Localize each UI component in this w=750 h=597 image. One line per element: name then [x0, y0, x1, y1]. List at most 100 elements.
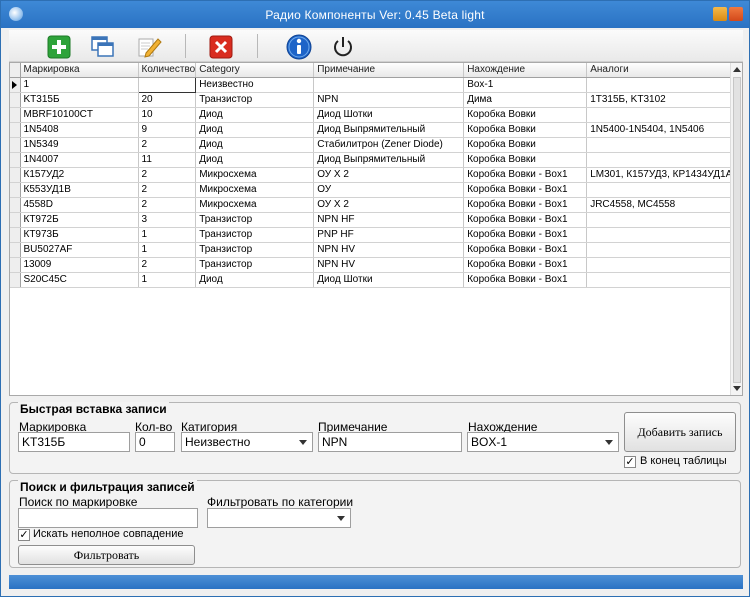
table-row[interactable]: 1N5408 9 Диод Диод Выпрямительный Коробка Во… — [10, 122, 736, 138]
table-cell[interactable]: Коробка Вовки - Box1 — [463, 272, 588, 288]
row-indicator[interactable] — [10, 152, 21, 168]
table-cell[interactable] — [137, 77, 197, 93]
row-indicator[interactable] — [10, 182, 21, 198]
table-cell[interactable]: 2 — [138, 167, 197, 183]
note-input[interactable]: NPN — [318, 432, 462, 452]
table-cell[interactable]: NPN HV — [313, 257, 465, 273]
table-row[interactable]: S20C45C 1 Диод Диод Шотки Коробка Вовки - Bo… — [10, 272, 736, 288]
table-cell[interactable]: Диод Шотки — [313, 272, 465, 288]
table-cell[interactable]: Диод Шотки — [313, 107, 465, 123]
table-cell[interactable]: LM301, К157УД3, КР1434УД1А — [586, 167, 736, 183]
table-cell[interactable]: Диод — [195, 272, 315, 288]
table-cell[interactable]: Микросхема — [195, 167, 315, 183]
about-button[interactable] — [285, 33, 313, 61]
table-cell[interactable]: 4558D — [20, 197, 139, 213]
table-cell[interactable]: 1T315Б, KT3102 — [586, 92, 736, 108]
table-cell[interactable] — [586, 242, 736, 258]
row-indicator[interactable] — [10, 77, 21, 93]
table-cell[interactable]: Коробка Вовки — [463, 152, 588, 168]
table-row[interactable]: KT315Б 20 Транзистор NPN Дима 1T315Б, KT3102 — [10, 92, 736, 108]
table-cell[interactable]: 9 — [138, 122, 197, 138]
table-cell[interactable]: Коробка Вовки - Box1 — [463, 242, 588, 258]
table-cell[interactable]: MBRF10100CT — [20, 107, 139, 123]
table-cell[interactable]: JRC4558, MC4558 — [586, 197, 736, 213]
column-header[interactable]: Аналоги — [586, 63, 736, 78]
table-cell[interactable] — [586, 182, 736, 198]
table-cell[interactable]: Транзистор — [195, 227, 315, 243]
table-cell[interactable]: Диод — [195, 152, 315, 168]
minimize-icon[interactable] — [713, 7, 727, 21]
location-select[interactable]: BOX-1 — [467, 432, 619, 452]
table-cell[interactable]: Микросхема — [195, 182, 315, 198]
table-cell[interactable]: Диод — [195, 122, 315, 138]
table-cell[interactable]: ОУ X 2 — [313, 167, 465, 183]
table-cell[interactable]: 1 — [138, 227, 197, 243]
table-cell[interactable]: Box-1 — [463, 77, 588, 93]
table-cell[interactable]: 2 — [138, 137, 197, 153]
table-cell[interactable] — [586, 137, 736, 153]
row-indicator[interactable] — [10, 167, 21, 183]
column-header[interactable]: Количество — [138, 63, 197, 78]
table-cell[interactable]: 2 — [138, 197, 197, 213]
table-cell[interactable] — [586, 212, 736, 228]
table-cell[interactable]: Неизвестно — [195, 77, 315, 93]
table-cell[interactable]: Коробка Вовки - Box1 — [463, 227, 588, 243]
table-cell[interactable]: КТ972Б — [20, 212, 139, 228]
marking-search-input[interactable] — [18, 508, 198, 528]
table-cell[interactable] — [586, 77, 736, 93]
table-cell[interactable]: Транзистор — [195, 92, 315, 108]
row-indicator[interactable] — [10, 107, 21, 123]
row-indicator[interactable] — [10, 272, 21, 288]
table-cell[interactable] — [586, 227, 736, 243]
table-row[interactable]: КТ973Б 1 Транзистор PNP HF Коробка Вовки - B… — [10, 227, 736, 243]
table-cell[interactable]: 13009 — [20, 257, 139, 273]
table-row[interactable]: К553УД1В 2 Микросхема ОУ Коробка Вовки - Box… — [10, 182, 736, 198]
row-indicator[interactable] — [10, 197, 21, 213]
add-record-submit-button[interactable]: Добавить запись — [624, 412, 736, 452]
table-cell[interactable]: Транзистор — [195, 212, 315, 228]
table-cell[interactable]: Транзистор — [195, 242, 315, 258]
table-cell[interactable]: 1N5408 — [20, 122, 139, 138]
table-cell[interactable]: К157УД2 — [20, 167, 139, 183]
row-indicator[interactable] — [10, 92, 21, 108]
components-table[interactable]: Маркировка Количество Category Примечани… — [9, 62, 743, 396]
table-cell[interactable]: S20C45C — [20, 272, 139, 288]
table-cell[interactable]: Коробка Вовки - Box1 — [463, 212, 588, 228]
table-cell[interactable]: Микросхема — [195, 197, 315, 213]
table-row[interactable]: 1 Неизвестно Box-1 — [10, 77, 736, 93]
table-cell[interactable] — [586, 272, 736, 288]
column-header[interactable]: Category — [195, 63, 315, 78]
qty-input[interactable]: 0 — [135, 432, 175, 452]
table-cell[interactable]: Диод Выпрямительный — [313, 122, 465, 138]
table-row[interactable]: КТ972Б 3 Транзистор NPN HF Коробка Вовки - B… — [10, 212, 736, 228]
row-indicator[interactable] — [10, 227, 21, 243]
table-cell[interactable]: 1N5400-1N5404, 1N5406 — [586, 122, 736, 138]
table-cell[interactable]: 1N5349 — [20, 137, 139, 153]
table-cell[interactable] — [313, 77, 465, 93]
table-row[interactable]: 1N5349 2 Диод Стабилитрон (Zener Diode) Коро… — [10, 137, 736, 153]
column-header[interactable]: Нахождение — [463, 63, 588, 78]
row-indicator[interactable] — [10, 137, 21, 153]
table-cell[interactable]: PNP HF — [313, 227, 465, 243]
table-cell[interactable] — [586, 152, 736, 168]
table-cell[interactable]: Диод Выпрямительный — [313, 152, 465, 168]
marking-input[interactable]: KT315Б — [18, 432, 130, 452]
table-cell[interactable]: 1 — [20, 77, 139, 93]
table-cell[interactable]: ОУ — [313, 182, 465, 198]
table-cell[interactable]: Диод — [195, 137, 315, 153]
table-row[interactable]: 4558D 2 Микросхема ОУ X 2 Коробка Вовки - Bo… — [10, 197, 736, 213]
table-row[interactable]: 13009 2 Транзистор NPN HV Коробка Вовки - Bo… — [10, 257, 736, 273]
scroll-up-icon[interactable] — [733, 67, 741, 72]
table-cell[interactable]: 10 — [138, 107, 197, 123]
copy-record-button[interactable] — [89, 33, 117, 61]
table-row[interactable]: MBRF10100CT 10 Диод Диод Шотки Коробка Вовки — [10, 107, 736, 123]
table-cell[interactable]: 1 — [138, 272, 197, 288]
table-cell[interactable]: Коробка Вовки - Box1 — [463, 167, 588, 183]
table-cell[interactable]: Транзистор — [195, 257, 315, 273]
column-header[interactable]: Маркировка — [20, 63, 139, 78]
table-cell[interactable]: NPN HV — [313, 242, 465, 258]
table-row[interactable]: К157УД2 2 Микросхема ОУ X 2 Коробка Вовки - … — [10, 167, 736, 183]
table-cell[interactable]: BU5027AF — [20, 242, 139, 258]
add-record-button[interactable] — [45, 33, 73, 61]
table-cell[interactable]: NPN — [313, 92, 465, 108]
